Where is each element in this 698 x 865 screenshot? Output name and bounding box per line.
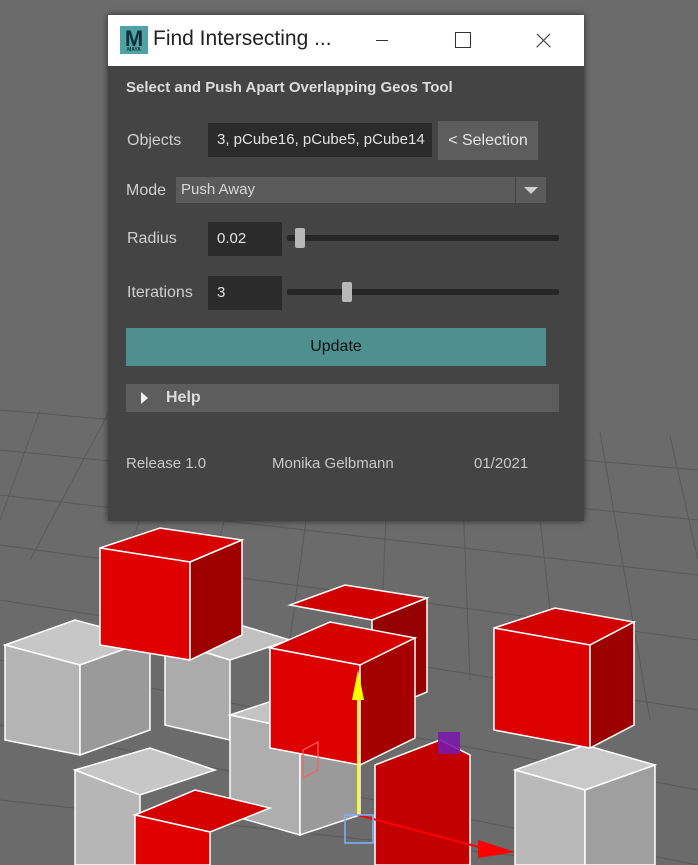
objects-value: 3, pCube16, pCube5, pCube14 (217, 131, 425, 148)
iterations-slider-handle[interactable] (342, 282, 352, 302)
help-label: Help (166, 389, 201, 406)
logo-caption: MAYA (127, 47, 141, 53)
close-button[interactable] (513, 15, 573, 66)
radius-field[interactable]: 0.02 (208, 222, 282, 256)
iterations-slider[interactable] (287, 282, 559, 302)
selection-button[interactable]: < Selection (438, 121, 538, 160)
objects-label: Objects (127, 132, 182, 149)
mode-label: Mode (126, 182, 167, 199)
chevron-down-icon[interactable] (515, 177, 546, 203)
tool-heading: Select and Push Apart Overlapping Geos T… (126, 79, 453, 96)
triangle-right-icon (141, 392, 148, 404)
author-label: Monika Gelbmann (272, 455, 394, 472)
window-title: Find Intersecting ... (153, 27, 332, 50)
minimize-button[interactable] (351, 15, 411, 66)
maya-logo-icon: M MAYA (120, 26, 148, 54)
objects-field[interactable]: 3, pCube16, pCube5, pCube14 (208, 123, 432, 157)
find-intersecting-dialog: M MAYA Find Intersecting ... Select and P… (108, 15, 584, 521)
window-titlebar[interactable]: M MAYA Find Intersecting ... (108, 15, 584, 66)
update-button[interactable]: Update (126, 328, 546, 366)
iterations-field[interactable]: 3 (208, 276, 282, 310)
mode-value: Push Away (181, 181, 255, 198)
radius-label: Radius (127, 230, 177, 247)
maximize-button[interactable] (432, 15, 492, 66)
radius-slider-handle[interactable] (295, 228, 305, 248)
release-label: Release 1.0 (126, 455, 207, 472)
date-label: 01/2021 (474, 455, 529, 472)
iterations-label: Iterations (127, 284, 193, 301)
radius-slider[interactable] (287, 228, 559, 248)
help-section-toggle[interactable]: Help (126, 384, 559, 412)
mode-dropdown[interactable]: Push Away (176, 177, 546, 203)
